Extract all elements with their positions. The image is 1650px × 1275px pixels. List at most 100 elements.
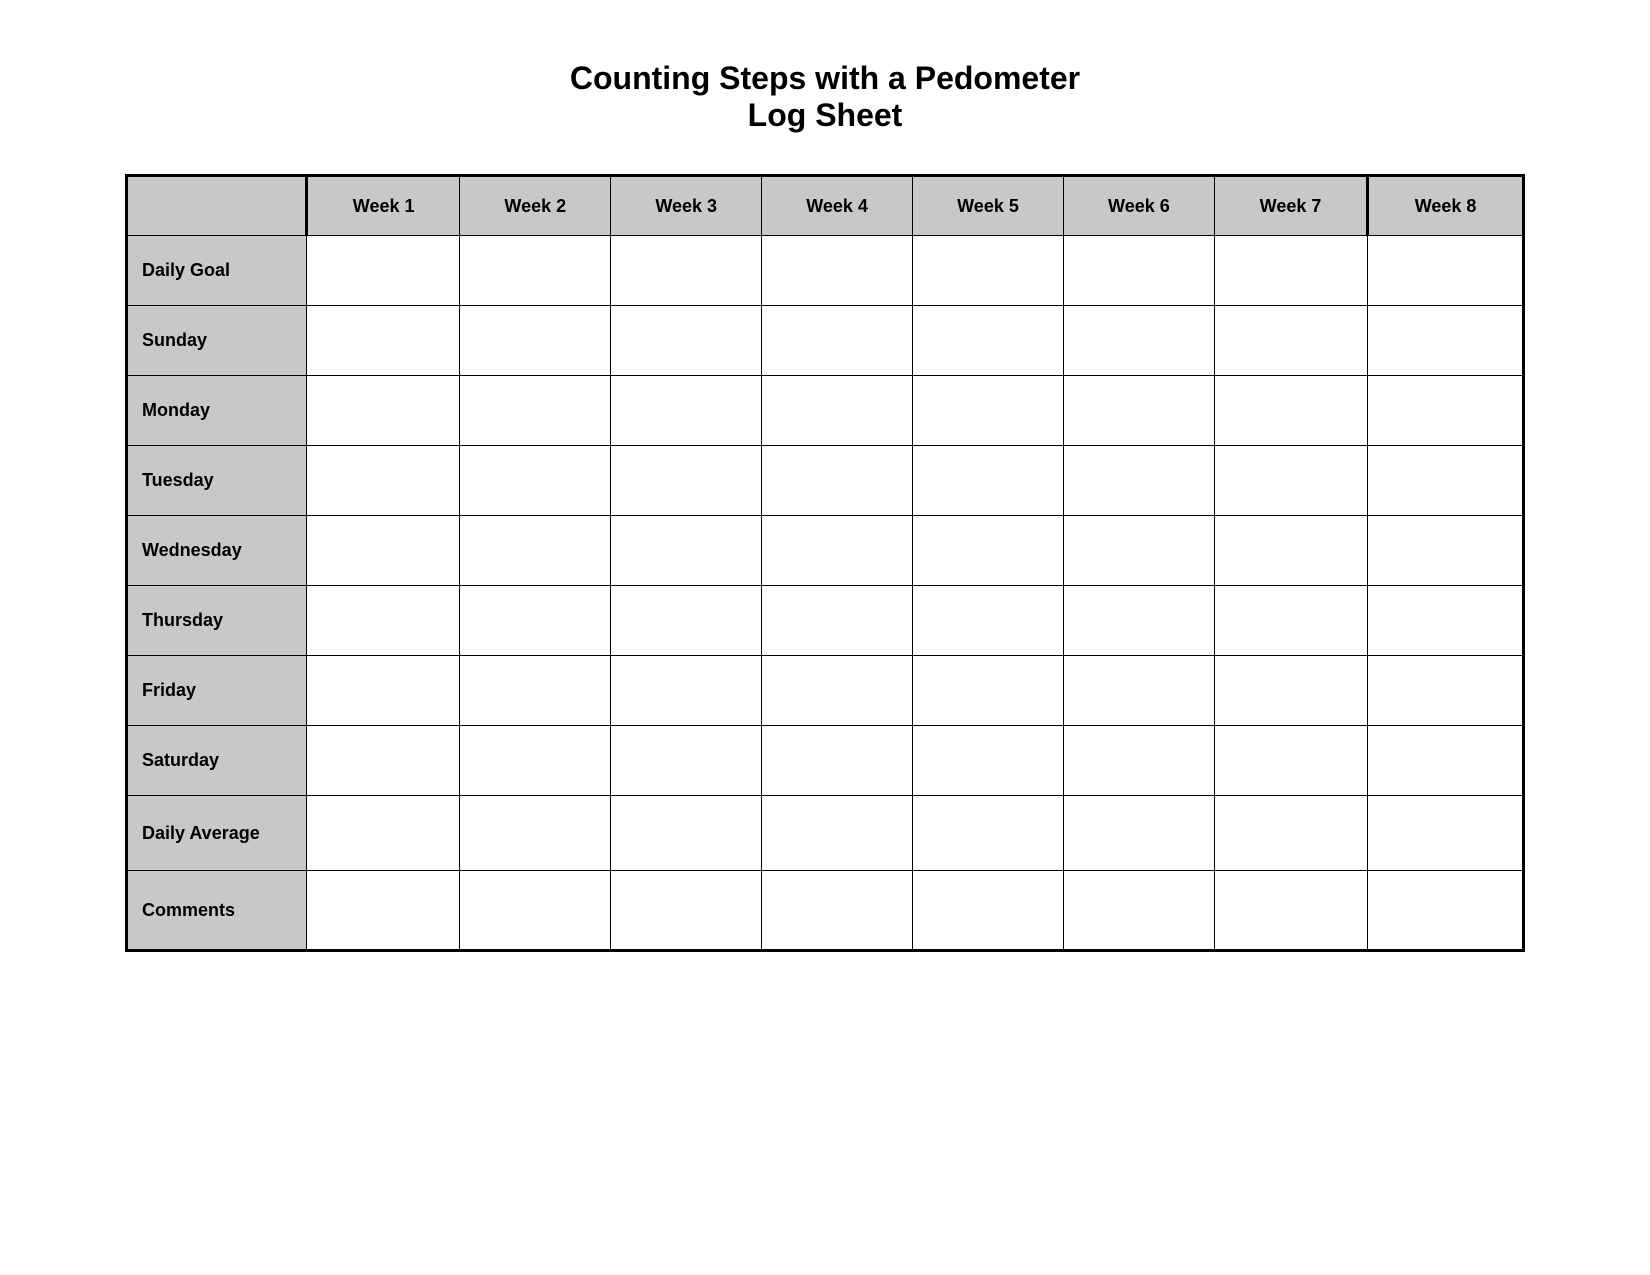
- data-cell[interactable]: [1063, 796, 1214, 871]
- header-row: Week 1Week 2Week 3Week 4Week 5Week 6Week…: [127, 176, 1524, 236]
- title-line2: Log Sheet: [570, 97, 1080, 134]
- data-cell[interactable]: [1368, 516, 1524, 586]
- header-week-cell: Week 8: [1368, 176, 1524, 236]
- data-cell[interactable]: [1214, 516, 1367, 586]
- data-cell[interactable]: [913, 796, 1064, 871]
- data-cell[interactable]: [1214, 656, 1367, 726]
- data-cell[interactable]: [460, 376, 611, 446]
- data-cell[interactable]: [762, 656, 913, 726]
- data-cell[interactable]: [307, 656, 460, 726]
- title-line1: Counting Steps with a Pedometer: [570, 60, 1080, 97]
- title-block: Counting Steps with a Pedometer Log Shee…: [570, 60, 1080, 134]
- data-cell[interactable]: [913, 726, 1064, 796]
- data-cell[interactable]: [1368, 376, 1524, 446]
- data-cell[interactable]: [1368, 446, 1524, 516]
- data-cell[interactable]: [1214, 871, 1367, 951]
- data-cell[interactable]: [913, 656, 1064, 726]
- data-cell[interactable]: [913, 516, 1064, 586]
- data-cell[interactable]: [1368, 586, 1524, 656]
- data-cell[interactable]: [1063, 586, 1214, 656]
- data-cell[interactable]: [1368, 796, 1524, 871]
- table-row: Friday: [127, 656, 1524, 726]
- data-cell[interactable]: [1063, 656, 1214, 726]
- data-cell[interactable]: [611, 236, 762, 306]
- data-cell[interactable]: [460, 446, 611, 516]
- data-cell[interactable]: [1214, 586, 1367, 656]
- data-cell[interactable]: [1063, 516, 1214, 586]
- data-cell[interactable]: [913, 446, 1064, 516]
- data-cell[interactable]: [762, 376, 913, 446]
- data-cell[interactable]: [611, 306, 762, 376]
- data-cell[interactable]: [762, 236, 913, 306]
- data-cell[interactable]: [611, 796, 762, 871]
- data-cell[interactable]: [1368, 726, 1524, 796]
- header-week-cell: Week 5: [913, 176, 1064, 236]
- data-cell[interactable]: [762, 796, 913, 871]
- data-cell[interactable]: [611, 446, 762, 516]
- data-cell[interactable]: [1214, 236, 1367, 306]
- header-week-cell: Week 6: [1063, 176, 1214, 236]
- data-cell[interactable]: [762, 726, 913, 796]
- data-cell[interactable]: [1214, 306, 1367, 376]
- data-cell[interactable]: [1063, 871, 1214, 951]
- data-cell[interactable]: [1368, 236, 1524, 306]
- data-cell[interactable]: [913, 376, 1064, 446]
- data-cell[interactable]: [307, 871, 460, 951]
- data-cell[interactable]: [460, 586, 611, 656]
- data-cell[interactable]: [460, 871, 611, 951]
- data-cell[interactable]: [1063, 726, 1214, 796]
- header-week-cell: Week 3: [611, 176, 762, 236]
- data-cell[interactable]: [307, 726, 460, 796]
- data-cell[interactable]: [1368, 871, 1524, 951]
- data-cell[interactable]: [611, 586, 762, 656]
- data-cell[interactable]: [460, 796, 611, 871]
- header-week-cell: Week 7: [1214, 176, 1367, 236]
- data-cell[interactable]: [307, 236, 460, 306]
- data-cell[interactable]: [611, 376, 762, 446]
- data-cell[interactable]: [1214, 796, 1367, 871]
- data-cell[interactable]: [611, 726, 762, 796]
- data-cell[interactable]: [762, 306, 913, 376]
- data-cell[interactable]: [307, 586, 460, 656]
- data-cell[interactable]: [1368, 656, 1524, 726]
- row-label: Comments: [127, 871, 307, 951]
- data-cell[interactable]: [913, 586, 1064, 656]
- data-cell[interactable]: [762, 516, 913, 586]
- data-cell[interactable]: [1063, 446, 1214, 516]
- data-cell[interactable]: [307, 306, 460, 376]
- data-cell[interactable]: [1368, 306, 1524, 376]
- data-cell[interactable]: [1214, 726, 1367, 796]
- row-label: Wednesday: [127, 516, 307, 586]
- table-row: Daily Goal: [127, 236, 1524, 306]
- data-cell[interactable]: [1063, 236, 1214, 306]
- data-cell[interactable]: [307, 376, 460, 446]
- data-cell[interactable]: [913, 871, 1064, 951]
- data-cell[interactable]: [460, 656, 611, 726]
- data-cell[interactable]: [913, 306, 1064, 376]
- data-cell[interactable]: [762, 871, 913, 951]
- table-row: Comments: [127, 871, 1524, 951]
- data-cell[interactable]: [611, 871, 762, 951]
- data-cell[interactable]: [1063, 376, 1214, 446]
- row-label: Thursday: [127, 586, 307, 656]
- data-cell[interactable]: [762, 586, 913, 656]
- table-row: Saturday: [127, 726, 1524, 796]
- data-cell[interactable]: [460, 306, 611, 376]
- row-label: Tuesday: [127, 446, 307, 516]
- table-wrapper: Week 1Week 2Week 3Week 4Week 5Week 6Week…: [125, 174, 1525, 952]
- table-row: Thursday: [127, 586, 1524, 656]
- data-cell[interactable]: [307, 446, 460, 516]
- data-cell[interactable]: [1214, 446, 1367, 516]
- data-cell[interactable]: [307, 516, 460, 586]
- data-cell[interactable]: [460, 726, 611, 796]
- data-cell[interactable]: [913, 236, 1064, 306]
- data-cell[interactable]: [1214, 376, 1367, 446]
- data-cell[interactable]: [762, 446, 913, 516]
- data-cell[interactable]: [611, 656, 762, 726]
- data-cell[interactable]: [611, 516, 762, 586]
- table-row: Wednesday: [127, 516, 1524, 586]
- data-cell[interactable]: [460, 516, 611, 586]
- data-cell[interactable]: [307, 796, 460, 871]
- data-cell[interactable]: [1063, 306, 1214, 376]
- data-cell[interactable]: [460, 236, 611, 306]
